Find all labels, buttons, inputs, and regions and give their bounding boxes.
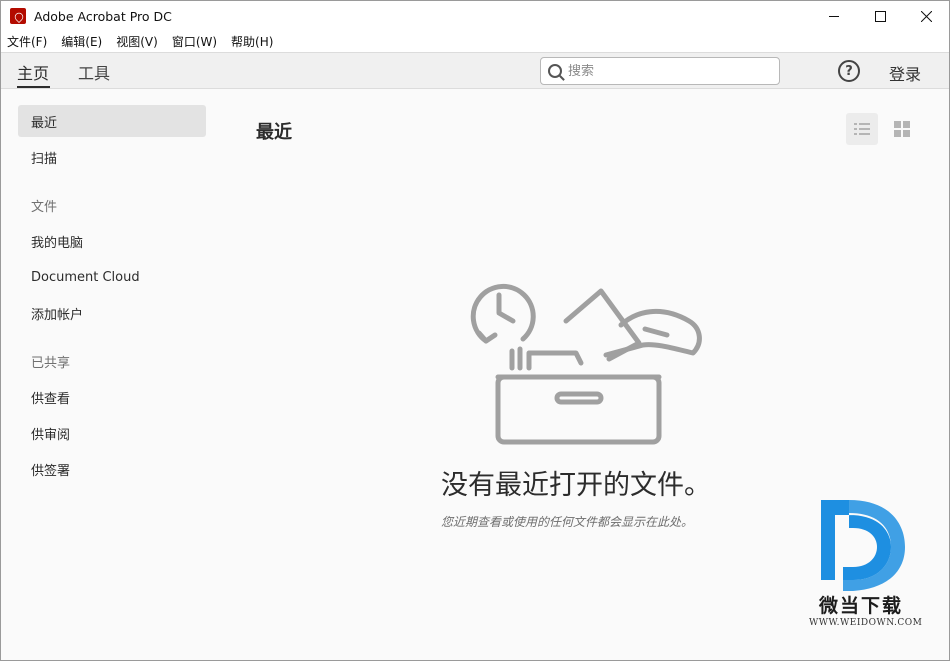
signin-button[interactable]: 登录	[889, 61, 921, 85]
grid-view-icon	[894, 121, 910, 137]
menu-file[interactable]: 文件(F)	[7, 33, 47, 50]
search-input[interactable]	[568, 63, 768, 79]
sidebar-item-for-sign[interactable]: 供签署	[18, 453, 206, 485]
menu-edit[interactable]: 编辑(E)	[61, 33, 102, 50]
sidebar-item-add-account[interactable]: 添加帐户	[18, 297, 206, 329]
close-icon	[920, 10, 932, 22]
search-box[interactable]	[540, 57, 780, 85]
title-bar: Adobe Acrobat Pro DC	[1, 1, 949, 31]
maximize-button[interactable]	[857, 1, 903, 31]
list-view-button[interactable]	[846, 113, 878, 145]
page-title: 最近	[256, 122, 292, 143]
close-button[interactable]	[903, 1, 949, 31]
grid-view-button[interactable]	[886, 113, 918, 145]
maximize-icon	[874, 10, 886, 22]
sidebar-item-recent[interactable]: 最近	[18, 105, 206, 137]
window-title: Adobe Acrobat Pro DC	[34, 8, 172, 24]
sidebar-heading-files: 文件	[31, 200, 58, 215]
acrobat-app-icon	[10, 8, 26, 24]
left-sidebar: 最近 扫描 文件 我的电脑 Document Cloud 添加帐户 已共享 供查…	[1, 90, 223, 660]
minimize-icon	[828, 15, 839, 17]
window-controls	[811, 1, 949, 31]
empty-recent-illustration	[470, 283, 702, 445]
sidebar-item-for-view[interactable]: 供查看	[18, 381, 206, 413]
tab-tools[interactable]: 工具	[78, 60, 110, 84]
sidebar-heading-shared: 已共享	[31, 356, 71, 371]
top-toolbar: 主页 工具 ? 登录	[1, 52, 949, 89]
minimize-button[interactable]	[811, 1, 857, 31]
sidebar-item-document-cloud[interactable]: Document Cloud	[18, 261, 206, 293]
sidebar-item-my-computer[interactable]: 我的电脑	[18, 225, 206, 257]
empty-state-subtitle: 您近期查看或使用的任何文件都会显示在此处。	[441, 515, 694, 529]
sidebar-item-scan[interactable]: 扫描	[18, 141, 206, 173]
menu-view[interactable]: 视图(V)	[116, 33, 158, 50]
watermark-url: WWW.WEIDOWN.COM	[809, 618, 923, 628]
watermark-brand: 微当下载	[819, 595, 904, 617]
menu-window[interactable]: 窗口(W)	[172, 33, 217, 50]
menu-bar: 文件(F) 编辑(E) 视图(V) 窗口(W) 帮助(H)	[1, 31, 949, 52]
search-icon	[548, 64, 562, 78]
empty-state-title: 没有最近打开的文件。	[441, 470, 711, 501]
menu-help[interactable]: 帮助(H)	[231, 33, 273, 50]
active-tab-indicator	[17, 86, 50, 88]
help-icon[interactable]: ?	[838, 60, 860, 82]
sidebar-item-for-review[interactable]: 供审阅	[18, 417, 206, 449]
tab-home[interactable]: 主页	[17, 60, 49, 84]
list-view-icon	[854, 123, 870, 135]
